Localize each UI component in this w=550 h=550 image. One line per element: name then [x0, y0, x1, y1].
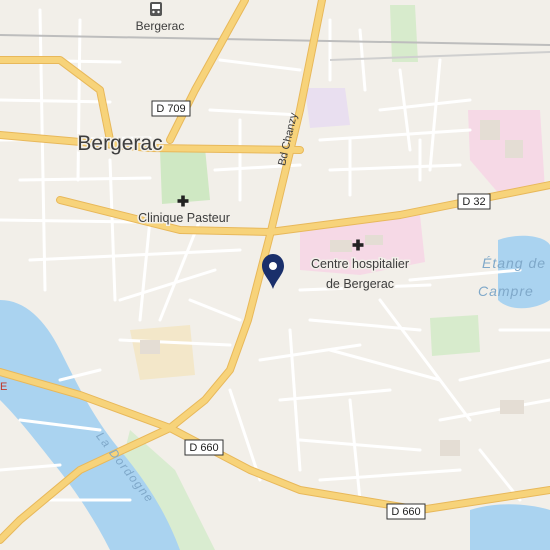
road-shield-d660-a: D 660: [184, 439, 224, 456]
road-shield-d660-b-label: D 660: [391, 506, 420, 518]
label-lake-line2: Campre: [478, 283, 534, 299]
campus-area: [305, 88, 350, 128]
label-bergerac-station: Bergerac: [136, 19, 185, 33]
park-clinique: [160, 148, 210, 204]
label-hospital-line1: Centre hospitalier: [311, 257, 409, 271]
road-shield-d709: D 709: [151, 100, 191, 117]
label-edge-letter: E: [0, 381, 7, 393]
label-lake-line1: Étang de: [482, 255, 546, 271]
park-north: [390, 5, 418, 62]
train-station-icon: [150, 2, 162, 16]
road-shield-d32-label: D 32: [462, 196, 485, 208]
park-east: [430, 315, 480, 356]
road-shield-d709-label: D 709: [156, 103, 185, 115]
label-hospital-line2: de Bergerac: [326, 277, 394, 291]
label-clinique-pasteur: Clinique Pasteur: [138, 211, 230, 225]
lake-south: [470, 504, 550, 550]
road-shield-d32: D 32: [457, 193, 491, 210]
label-bergerac-town: Bergerac: [77, 132, 162, 155]
road-shield-d660-a-label: D 660: [189, 442, 218, 454]
industrial-area: [130, 325, 195, 380]
road-shield-d660-b: D 660: [386, 503, 426, 520]
map-canvas[interactable]: Bergerac Bergerac Clinique Pasteur Centr…: [0, 0, 550, 550]
